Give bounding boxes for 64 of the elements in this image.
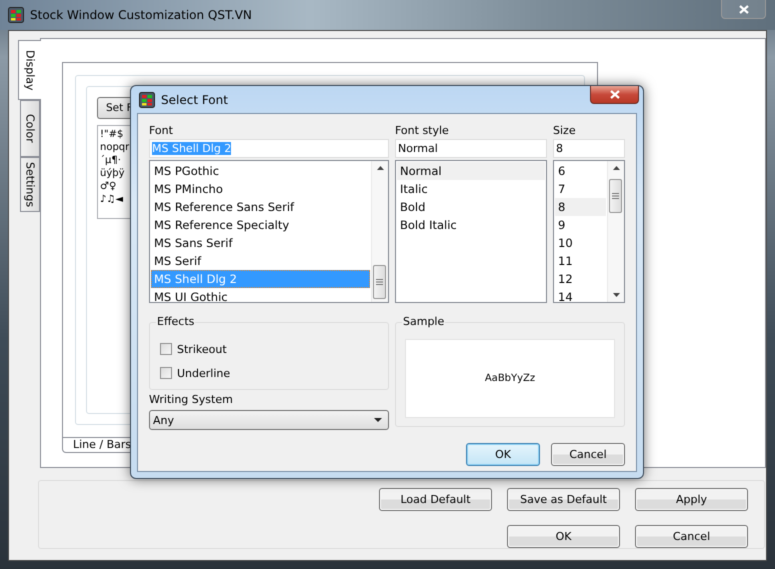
checkbox-label: Strikeout <box>177 342 227 356</box>
field-label: Font <box>149 124 173 137</box>
dropdown-arrow-icon <box>374 418 382 422</box>
side-tab[interactable]: Settings <box>20 157 40 212</box>
scrollbar[interactable] <box>607 161 624 302</box>
side-tab[interactable]: Display <box>18 40 41 100</box>
window-title: Stock Window Customization QST.VN <box>30 8 252 22</box>
scrollbar[interactable] <box>371 161 388 302</box>
group-title: Sample <box>402 315 446 328</box>
scroll-up-icon[interactable] <box>612 166 620 170</box>
group-title: Effects <box>156 315 196 328</box>
dialog-button[interactable]: Cancel <box>551 443 625 466</box>
list-item[interactable]: MS UI Gothic <box>151 288 370 302</box>
field-label: Writing System <box>149 393 233 406</box>
action-button[interactable]: Apply <box>635 488 748 511</box>
field-label: Font style <box>395 124 449 137</box>
checkbox[interactable] <box>160 367 172 379</box>
list-item[interactable]: 14 <box>555 288 606 302</box>
action-button[interactable]: Cancel <box>635 525 748 548</box>
app-icon <box>8 7 24 23</box>
list-item[interactable]: Italic <box>397 180 545 198</box>
close-icon <box>610 90 620 99</box>
sample-text: AaBbYyZz <box>484 373 536 384</box>
checkbox-label: Underline <box>177 366 230 380</box>
list-item[interactable]: MS Serif <box>151 252 370 270</box>
list-item[interactable]: 12 <box>555 270 606 288</box>
list-item[interactable]: 6 <box>555 162 606 180</box>
list-item[interactable]: 7 <box>555 180 606 198</box>
close-icon <box>738 4 748 14</box>
side-tab[interactable]: Color <box>20 100 40 157</box>
action-button[interactable]: Save as Default <box>507 488 620 511</box>
dialog-title: Select Font <box>161 92 228 106</box>
list-item[interactable]: MS PMincho <box>151 180 370 198</box>
list-item[interactable]: 8 <box>555 198 606 216</box>
preview-text: nopqr <box>100 141 130 154</box>
input-field[interactable]: Normal <box>395 139 547 158</box>
preview-text: üýþÿ <box>100 167 126 180</box>
list-item[interactable]: MS Reference Sans Serif <box>151 198 370 216</box>
list-item[interactable]: MS Sans Serif <box>151 234 370 252</box>
preview-text: ♂♀ <box>100 180 118 193</box>
writing-system-dropdown[interactable]: Any <box>149 410 389 430</box>
scroll-up-icon[interactable] <box>376 166 384 170</box>
list-item[interactable]: MS PGothic <box>151 162 370 180</box>
preview-text: !"#$ <box>100 128 124 141</box>
scroll-down-icon[interactable] <box>612 293 620 297</box>
list-item[interactable]: Bold Italic <box>397 216 545 234</box>
grip-icon <box>612 193 619 199</box>
list-item[interactable]: 10 <box>555 234 606 252</box>
grip-icon <box>376 279 383 285</box>
input-field[interactable]: 8 <box>553 139 625 158</box>
checkbox[interactable] <box>160 343 172 355</box>
dialog-button[interactable]: OK <box>466 443 540 466</box>
list-item[interactable]: MS Reference Specialty <box>151 216 370 234</box>
preview-text: ´µ¶· <box>100 154 122 167</box>
action-button[interactable]: OK <box>507 525 620 548</box>
list-item[interactable]: 9 <box>555 216 606 234</box>
list-item[interactable]: Bold <box>397 198 545 216</box>
close-button[interactable] <box>590 86 639 104</box>
list-item[interactable]: Normal <box>397 162 545 180</box>
preview-text: ♪♫◄ <box>100 193 124 206</box>
list-item[interactable]: 11 <box>555 252 606 270</box>
action-button[interactable]: Load Default <box>379 488 492 511</box>
field-label: Size <box>553 124 576 137</box>
app-icon <box>139 92 155 108</box>
